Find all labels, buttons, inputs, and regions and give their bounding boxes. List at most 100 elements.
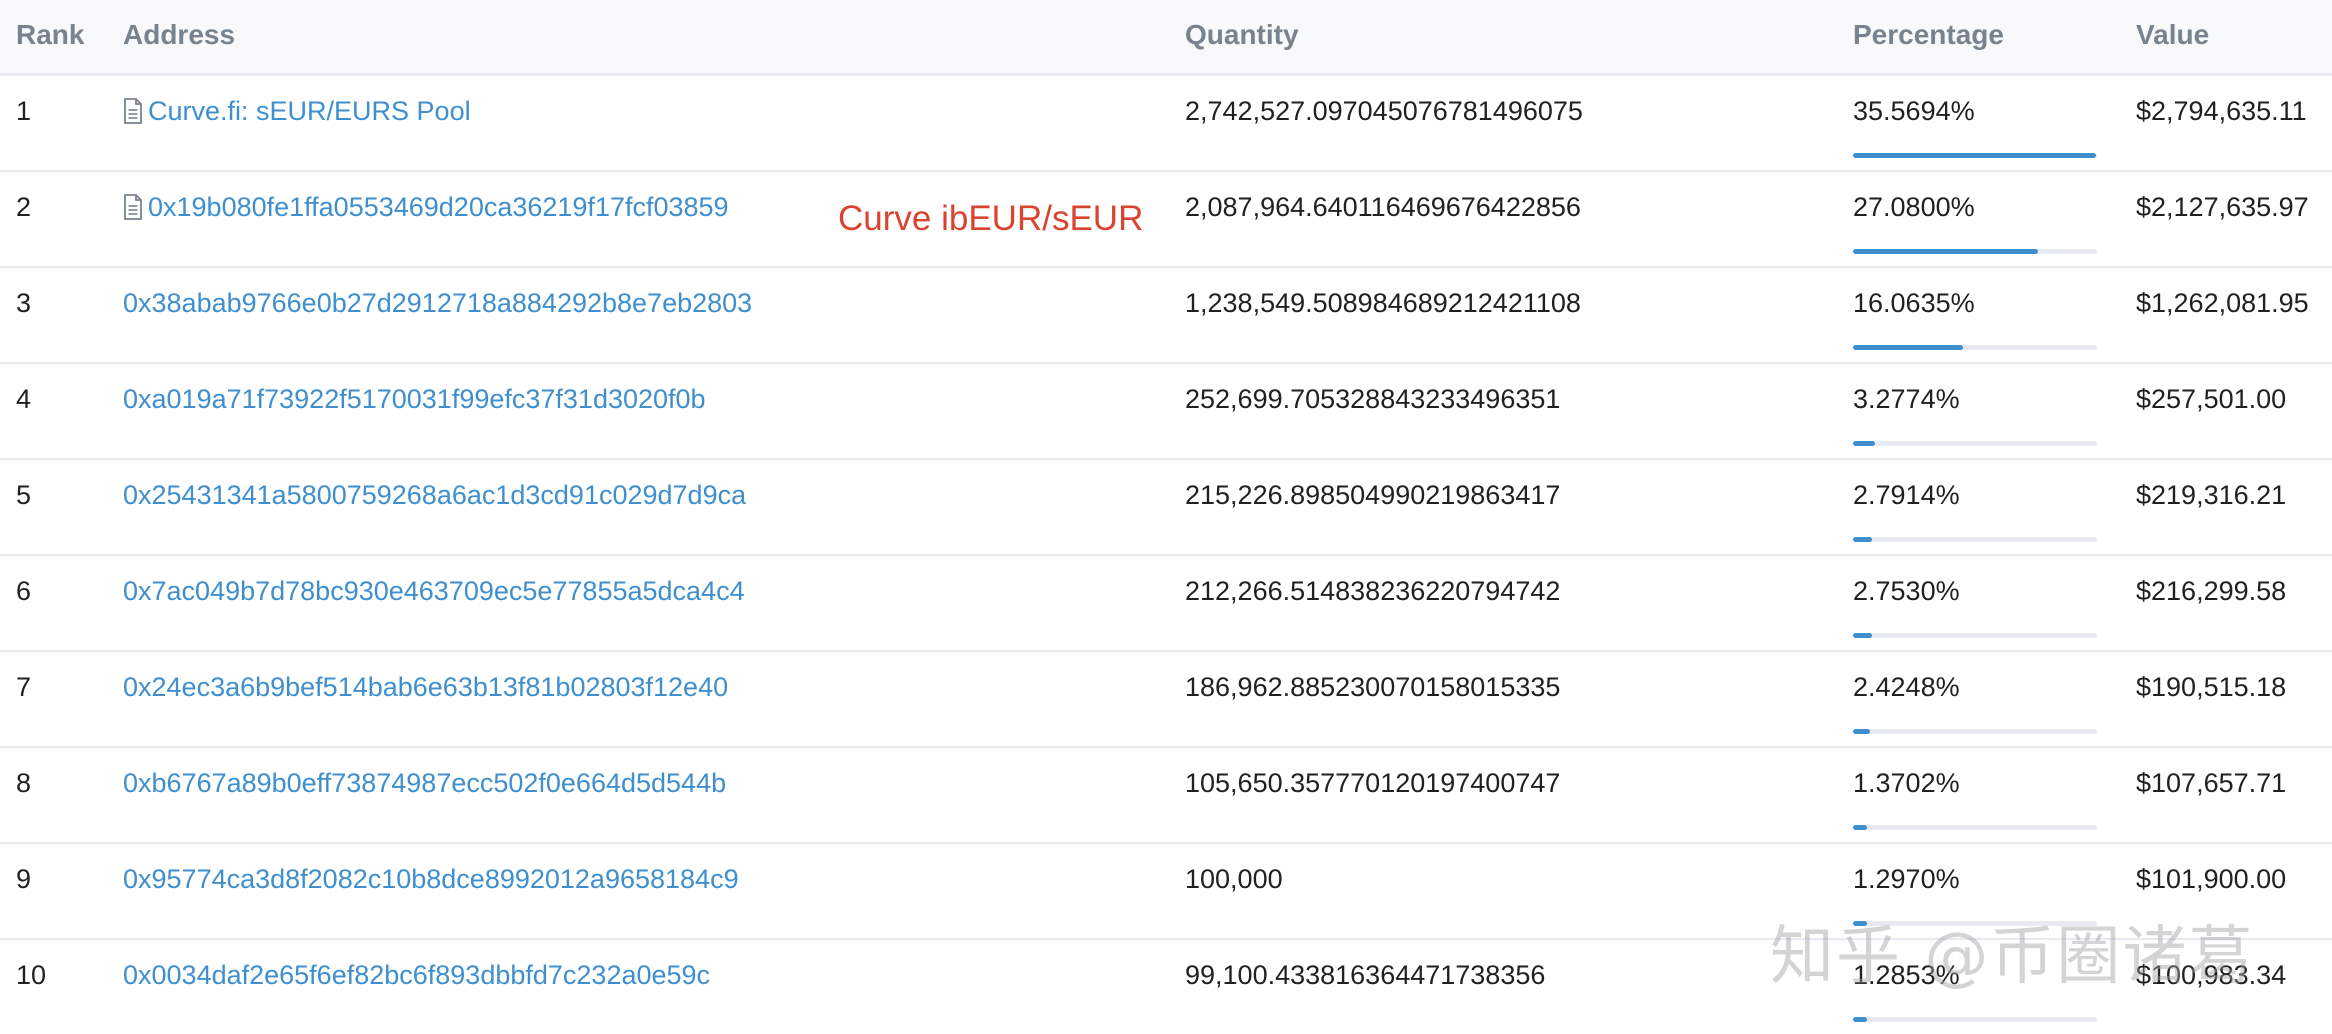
rank-cell: 9: [16, 864, 32, 894]
quantity-cell: 252,699.705328843233496351: [1185, 384, 1561, 414]
percentage-cell: 16.0635%: [1853, 288, 1975, 318]
percentage-bar-fill: [1853, 1017, 1867, 1022]
holder-address-link[interactable]: 0x7ac049b7d78bc930e463709ec5e77855a5dca4…: [123, 576, 745, 606]
percentage-bar: [1853, 729, 2097, 734]
quantity-column-header: Quantity: [1185, 19, 1299, 50]
percentage-bar-fill: [1853, 345, 1963, 350]
address-cell: 0x19b080fe1ffa0553469d20ca36219f17fcf038…: [123, 172, 729, 242]
value-cell: $1,262,081.95: [2136, 288, 2309, 318]
value-cell: $2,127,635.97: [2136, 192, 2309, 222]
address-cell: 0x7ac049b7d78bc930e463709ec5e77855a5dca4…: [123, 556, 745, 626]
percentage-bar: [1853, 537, 2097, 542]
table-row: 6 0x7ac049b7d78bc930e463709ec5e77855a5dca…: [0, 556, 2332, 652]
contract-file-icon: [123, 176, 143, 220]
percentage-bar-fill: [1853, 921, 1867, 926]
quantity-cell: 105,650.357770120197400747: [1185, 768, 1561, 798]
percentage-column-header: Percentage: [1853, 19, 2004, 50]
value-cell: $257,501.00: [2136, 384, 2287, 414]
table-row: 3 0x38abab9766e0b27d2912718a884292b8e7eb2…: [0, 268, 2332, 364]
rank-cell: 7: [16, 672, 32, 702]
percentage-cell: 35.5694%: [1853, 96, 1975, 126]
quantity-cell: 2,742,527.097045076781496075: [1185, 96, 1583, 126]
table-row: 9 0x95774ca3d8f2082c10b8dce8992012a965818…: [0, 844, 2332, 940]
rank-cell: 3: [16, 288, 32, 318]
table-row: 10 0x0034daf2e65f6ef82bc6f893dbbfd7c232a0…: [0, 940, 2332, 1034]
value-column-header: Value: [2136, 19, 2210, 50]
address-cell: 0x38abab9766e0b27d2912718a884292b8e7eb28…: [123, 268, 752, 338]
percentage-bar: [1853, 825, 2097, 830]
table-row: 5 0x25431341a5800759268a6ac1d3cd91c029d7d…: [0, 460, 2332, 556]
table-header: Rank Address Quantity Percentage Value: [0, 0, 2332, 76]
percentage-bar: [1853, 441, 2097, 446]
holder-address-link[interactable]: 0x24ec3a6b9bef514bab6e63b13f81b02803f12e…: [123, 672, 728, 702]
value-cell: $100,983.34: [2136, 960, 2287, 990]
percentage-bar-fill: [1853, 633, 1872, 638]
holder-address-link[interactable]: 0x25431341a5800759268a6ac1d3cd91c029d7d9…: [123, 480, 746, 510]
percentage-bar: [1853, 153, 2097, 158]
percentage-bar-fill: [1853, 249, 2038, 254]
percentage-bar: [1853, 249, 2097, 254]
address-cell: 0xa019a71f73922f5170031f99efc37f31d3020f…: [123, 364, 706, 434]
quantity-cell: 215,226.898504990219863417: [1185, 480, 1561, 510]
table-row: 7 0x24ec3a6b9bef514bab6e63b13f81b02803f12…: [0, 652, 2332, 748]
annotation-label: Curve ibEUR/sEUR: [838, 199, 1144, 238]
percentage-bar: [1853, 1017, 2097, 1022]
table-row: 2 0x19b080fe1ffa0553469d20ca36219f17fcf03…: [0, 172, 2332, 268]
percentage-bar: [1853, 921, 2097, 926]
holder-address-link[interactable]: 0xb6767a89b0eff73874987ecc502f0e664d5d54…: [123, 768, 726, 798]
quantity-cell: 99,100.433816364471738356: [1185, 960, 1546, 990]
quantity-cell: 2,087,964.640116469676422856: [1185, 192, 1581, 222]
value-cell: $107,657.71: [2136, 768, 2287, 798]
percentage-bar-fill: [1853, 441, 1875, 446]
percentage-bar: [1853, 345, 2097, 350]
percentage-cell: 1.2970%: [1853, 864, 1960, 894]
rank-cell: 5: [16, 480, 32, 510]
percentage-bar-fill: [1853, 153, 2096, 158]
holder-address-link[interactable]: 0x95774ca3d8f2082c10b8dce8992012a9658184…: [123, 864, 739, 894]
address-cell: 0x95774ca3d8f2082c10b8dce8992012a9658184…: [123, 844, 739, 914]
value-cell: $216,299.58: [2136, 576, 2287, 606]
rank-cell: 2: [16, 192, 32, 222]
quantity-cell: 100,000: [1185, 864, 1283, 894]
holder-address-link[interactable]: 0x38abab9766e0b27d2912718a884292b8e7eb28…: [123, 288, 752, 318]
value-cell: $219,316.21: [2136, 480, 2287, 510]
address-cell: 0x0034daf2e65f6ef82bc6f893dbbfd7c232a0e5…: [123, 940, 710, 1010]
percentage-cell: 27.0800%: [1853, 192, 1975, 222]
rank-cell: 6: [16, 576, 32, 606]
percentage-bar-fill: [1853, 537, 1872, 542]
rank-cell: 1: [16, 96, 32, 126]
contract-file-icon: [123, 80, 143, 124]
table-row: 1 Curve.fi: sEUR/EURS Pool 2,742,527.09704…: [0, 76, 2332, 172]
rank-cell: 8: [16, 768, 32, 798]
rank-cell: 10: [16, 960, 47, 990]
holder-address-link[interactable]: 0x0034daf2e65f6ef82bc6f893dbbfd7c232a0e5…: [123, 960, 710, 990]
token-holders-table: Rank Address Quantity Percentage Value 1…: [0, 0, 2332, 1034]
table-row: 8 0xb6767a89b0eff73874987ecc502f0e664d5d5…: [0, 748, 2332, 844]
quantity-cell: 1,238,549.508984689212421108: [1185, 288, 1581, 318]
percentage-bar-fill: [1853, 729, 1870, 734]
address-cell: 0x24ec3a6b9bef514bab6e63b13f81b02803f12e…: [123, 652, 728, 722]
quantity-cell: 212,266.514838236220794742: [1185, 576, 1561, 606]
table-row: 4 0xa019a71f73922f5170031f99efc37f31d3020…: [0, 364, 2332, 460]
percentage-cell: 1.2853%: [1853, 960, 1960, 990]
percentage-cell: 2.7914%: [1853, 480, 1960, 510]
address-cell: Curve.fi: sEUR/EURS Pool: [123, 76, 471, 146]
percentage-cell: 1.3702%: [1853, 768, 1960, 798]
address-cell: 0x25431341a5800759268a6ac1d3cd91c029d7d9…: [123, 460, 746, 530]
rank-column-header: Rank: [16, 19, 85, 50]
quantity-cell: 186,962.885230070158015335: [1185, 672, 1561, 702]
address-cell: 0xb6767a89b0eff73874987ecc502f0e664d5d54…: [123, 748, 726, 818]
percentage-bar-fill: [1853, 825, 1867, 830]
value-cell: $2,794,635.11: [2136, 96, 2307, 126]
rank-cell: 4: [16, 384, 32, 414]
holder-address-link[interactable]: 0x19b080fe1ffa0553469d20ca36219f17fcf038…: [148, 192, 729, 222]
value-cell: $101,900.00: [2136, 864, 2287, 894]
percentage-bar: [1853, 633, 2097, 638]
holder-address-link[interactable]: Curve.fi: sEUR/EURS Pool: [148, 96, 471, 126]
holder-address-link[interactable]: 0xa019a71f73922f5170031f99efc37f31d3020f…: [123, 384, 706, 414]
value-cell: $190,515.18: [2136, 672, 2287, 702]
address-column-header: Address: [123, 19, 236, 50]
percentage-cell: 2.7530%: [1853, 576, 1960, 606]
percentage-cell: 2.4248%: [1853, 672, 1960, 702]
percentage-cell: 3.2774%: [1853, 384, 1960, 414]
